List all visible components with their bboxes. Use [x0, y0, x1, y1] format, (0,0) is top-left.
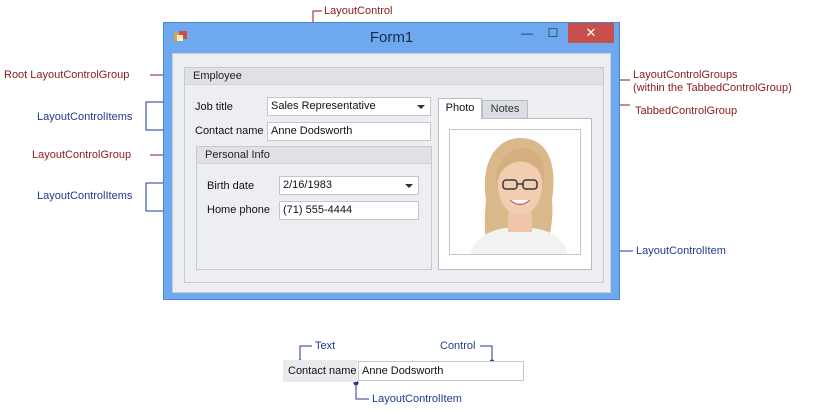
home-phone-input[interactable]: (71) 555-4444 [279, 201, 419, 220]
job-title-label: Job title [195, 101, 233, 113]
title-bar[interactable]: Form1 — ☐ ✕ [164, 23, 619, 52]
annotation-tab-groups-line2: (within the TabbedControlGroup) [633, 82, 792, 94]
annotation-control: Control [440, 340, 476, 352]
birth-date-label: Birth date [207, 180, 255, 192]
personal-info-group: Personal Info Birth date 2/16/1983 Home … [196, 146, 432, 270]
chevron-down-icon[interactable] [405, 184, 413, 188]
tabbed-control-group-page [438, 118, 592, 270]
annotation-photo-item: LayoutControlItem [636, 245, 726, 257]
portrait-image [450, 130, 580, 254]
employee-group-caption: Employee [185, 68, 603, 85]
maximize-button[interactable]: ☐ [542, 23, 564, 43]
job-title-value: Sales Representative [271, 100, 376, 112]
close-button[interactable]: ✕ [568, 23, 614, 43]
annotation-layout-items-top: LayoutControlItems [37, 111, 133, 123]
annotation-tabbed-group: TabbedControlGroup [635, 105, 738, 117]
birth-date-value: 2/16/1983 [283, 179, 332, 191]
annotation-text: Text [315, 340, 336, 352]
annotation-tab-groups-line1: LayoutControlGroups [633, 69, 738, 81]
layout-control: Employee Job title Sales Representative … [172, 53, 611, 293]
home-phone-label: Home phone [207, 204, 270, 216]
job-title-dropdown[interactable]: Sales Representative [267, 97, 431, 116]
demo-item-control[interactable]: Anne Dodsworth [358, 361, 524, 381]
chevron-down-icon[interactable] [417, 105, 425, 109]
tab-photo[interactable]: Photo [438, 98, 482, 119]
annotation-layout-group: LayoutControlGroup [32, 149, 132, 161]
annotation-demo-layout-item: LayoutControlItem [372, 393, 462, 405]
annotation-layout-items-bottom: LayoutControlItems [37, 190, 133, 202]
contact-name-input[interactable]: Anne Dodsworth [267, 122, 431, 141]
personal-info-caption: Personal Info [197, 147, 431, 164]
minimize-button[interactable]: — [516, 23, 538, 43]
birth-date-picker[interactable]: 2/16/1983 [279, 176, 419, 195]
form-window: Form1 — ☐ ✕ Employee Job title Sales Rep… [163, 22, 620, 300]
contact-name-label: Contact name [195, 125, 264, 137]
demo-item-text: Contact name [283, 360, 357, 382]
annotation-layout-control: LayoutControl [324, 5, 393, 17]
annotation-root-group: Root LayoutControlGroup [4, 69, 130, 81]
employee-photo [449, 129, 581, 255]
tab-notes[interactable]: Notes [482, 100, 528, 119]
employee-group: Employee Job title Sales Representative … [184, 67, 604, 283]
